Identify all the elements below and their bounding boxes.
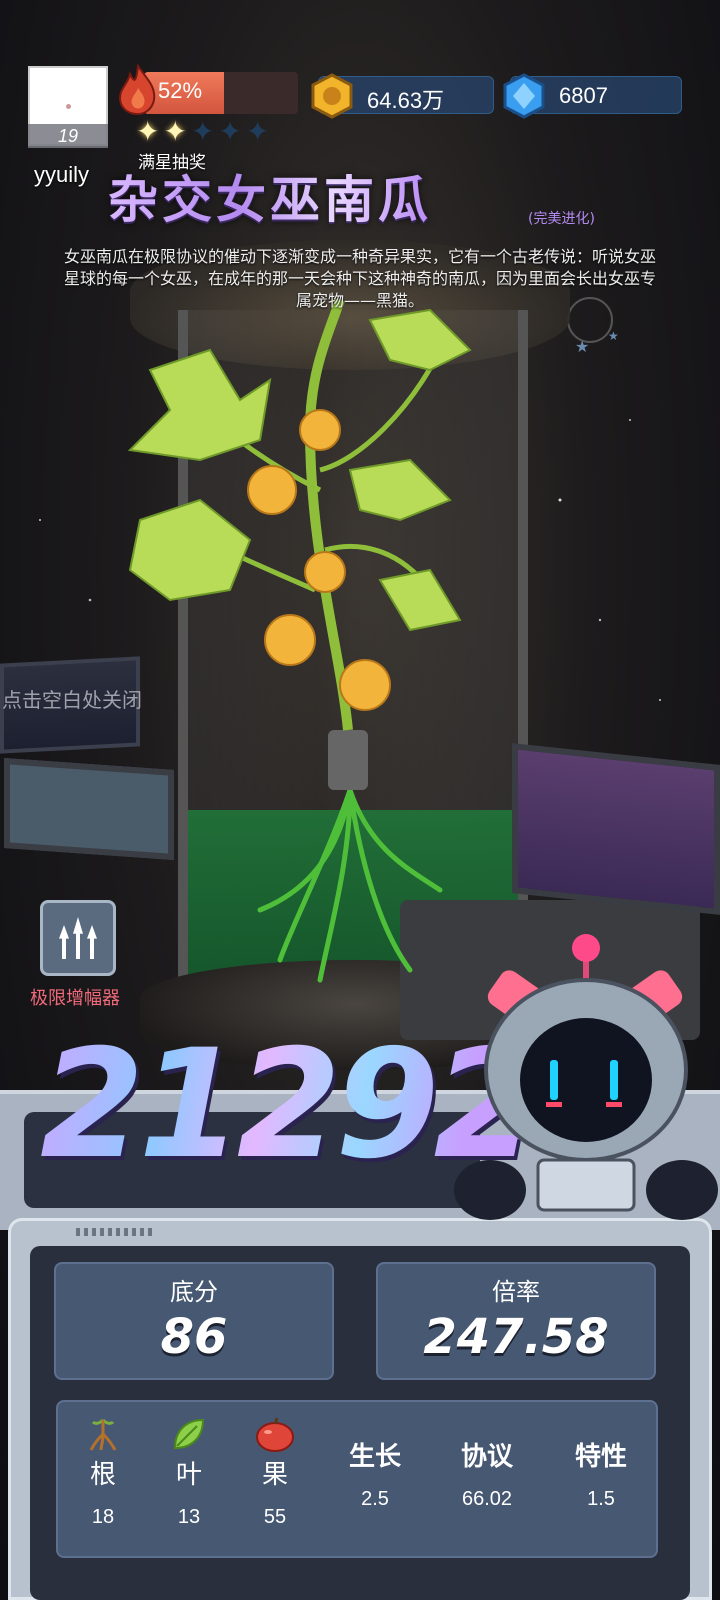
star-icon: ✦ (136, 115, 160, 148)
gem-icon (503, 73, 545, 119)
attribute-growth: 生长 2.5 (330, 1402, 420, 1511)
multiplier-box: 倍率 247.58 (376, 1262, 656, 1380)
close-hint[interactable]: 点击空白处关闭 (2, 684, 142, 713)
svg-text:★: ★ (608, 329, 619, 343)
root-icon (89, 1418, 117, 1451)
star-icon: ✦ (245, 115, 270, 148)
base-score-label: 底分 (170, 1278, 218, 1306)
evolution-tag: (完美进化) (528, 211, 595, 227)
attribute-name: 特性 (574, 1442, 627, 1472)
gem-value: 6807 (559, 83, 608, 108)
username: yyuily (34, 162, 90, 187)
attribute-name: 根 (89, 1460, 116, 1490)
right-monitor (512, 743, 720, 915)
attribute-value: 55 (263, 1506, 287, 1528)
fire-icon (118, 64, 156, 116)
attribute-fruit: 果 55 (230, 1402, 320, 1529)
attribute-leaf: 叶 13 (144, 1402, 234, 1529)
arrow-up-icon (87, 925, 97, 959)
attribute-protocol: 协议 66.02 (442, 1402, 532, 1511)
base-score-value: 86 (160, 1309, 228, 1365)
star-icon: ✦ (190, 115, 215, 148)
attribute-name: 协议 (460, 1442, 513, 1472)
attribute-value: 1.5 (587, 1488, 615, 1510)
attribute-value: 18 (91, 1506, 115, 1528)
amplifier-label: 极限增幅器 (30, 988, 120, 1009)
extreme-amplifier-button[interactable] (40, 900, 116, 976)
attribute-value: 13 (177, 1506, 201, 1528)
level-badge: 19 (28, 124, 108, 148)
arrow-up-icon (59, 925, 69, 959)
panel-vent (76, 1228, 156, 1236)
item-description: 女巫南瓜在极限协议的催动下逐渐变成一种奇异果实，它有一个古老传说：听说女巫星球的… (64, 247, 657, 310)
gem-counter[interactable]: 6807 (503, 73, 682, 119)
attribute-value: 2.5 (361, 1488, 389, 1510)
star-rating: ✦ ✦ ✦ ✦ ✦ (136, 118, 269, 146)
leaf-icon (173, 1418, 205, 1450)
multiplier-label: 倍率 (492, 1278, 540, 1306)
progress-percent: 52% (158, 78, 203, 103)
attribute-name: 叶 (175, 1460, 202, 1490)
attribute-trait: 特性 1.5 (556, 1402, 646, 1511)
attribute-value: 66.02 (461, 1488, 513, 1510)
fruit-icon (256, 1417, 294, 1452)
hybrid-witch-pumpkin-plant (127, 298, 472, 983)
star-icon: ✦ (218, 115, 242, 148)
attribute-name: 生长 (348, 1442, 401, 1472)
robot-mascot (454, 934, 718, 1220)
base-score-box: 底分 86 (54, 1262, 334, 1380)
attribute-root: 根 18 (58, 1402, 148, 1529)
svg-text:★: ★ (575, 337, 589, 356)
coin-value: 64.63万 (367, 88, 445, 113)
attribute-name: 果 (261, 1460, 288, 1490)
item-title: 杂交女巫南瓜 (108, 160, 432, 232)
coin-counter[interactable]: 64.63万 (311, 73, 494, 119)
arrow-up-icon (73, 917, 83, 959)
attribute-table: 根 18 叶 13 果 55 生长 2.5 协议 66.02 特性 1.5 (56, 1400, 658, 1558)
multiplier-value: 247.58 (423, 1309, 609, 1365)
coin-icon (311, 73, 353, 119)
star-icon: ✦ (163, 115, 187, 148)
